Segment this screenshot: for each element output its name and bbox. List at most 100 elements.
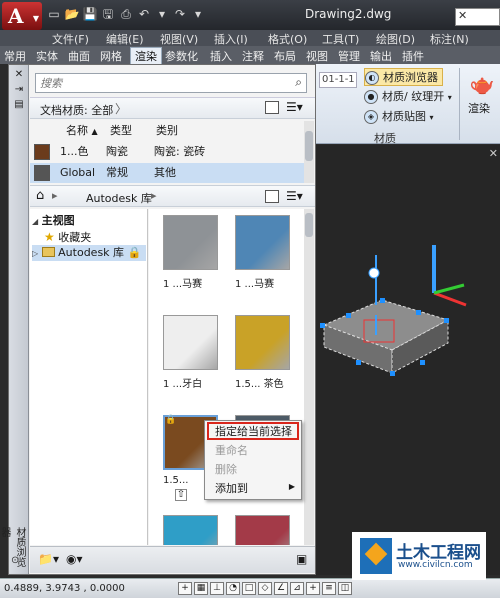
watermark-icon bbox=[360, 538, 392, 574]
tab-annotate[interactable]: 注释 bbox=[242, 48, 264, 64]
material-tile[interactable] bbox=[235, 315, 290, 370]
snap-icon[interactable]: + bbox=[178, 582, 192, 595]
menu-view[interactable]: 视图(V) bbox=[160, 31, 198, 47]
osnap-icon[interactable]: □ bbox=[242, 582, 256, 595]
list-view-icon[interactable]: ☰▾ bbox=[286, 189, 303, 203]
chevron-right-icon[interactable]: ▸ bbox=[151, 189, 157, 202]
menu-format[interactable]: 格式(O) bbox=[268, 31, 307, 47]
column-header-type[interactable]: 类型 bbox=[110, 121, 132, 141]
dyn-icon[interactable]: + bbox=[306, 582, 320, 595]
ducs-icon[interactable]: ⊿ bbox=[290, 582, 304, 595]
tab-output[interactable]: 输出 bbox=[370, 48, 392, 64]
chevron-right-icon[interactable]: 〉 bbox=[115, 100, 127, 117]
toggle-panel-icon[interactable] bbox=[265, 101, 279, 114]
menu-edit[interactable]: 编辑(E) bbox=[106, 31, 144, 47]
ortho-icon[interactable]: ⊥ bbox=[210, 582, 224, 595]
tab-render[interactable]: 渲染 bbox=[130, 47, 162, 64]
3d-osnap-icon[interactable]: ◇ bbox=[258, 582, 272, 595]
menu-insert[interactable]: 插入(I) bbox=[214, 31, 248, 47]
search-close-icon[interactable]: ✕ bbox=[458, 9, 467, 22]
menu-item-rename[interactable]: 重命名 bbox=[215, 442, 248, 460]
scrollbar-thumb[interactable] bbox=[305, 131, 313, 161]
tree-item-home[interactable]: ◢ 主视图 bbox=[32, 213, 75, 229]
grid-scrollbar[interactable] bbox=[304, 209, 314, 545]
pin-icon[interactable]: ⊙ bbox=[11, 555, 19, 566]
menu-file[interactable]: 文件(F) bbox=[52, 31, 89, 47]
tree-item-autodesk-library[interactable]: ▷ Autodesk 库 🔒 bbox=[32, 245, 146, 261]
home-icon[interactable]: ⌂ bbox=[36, 188, 44, 203]
properties-icon[interactable]: ▤ bbox=[9, 99, 29, 110]
table-row[interactable]: 1...色 陶瓷 陶瓷: 瓷砖 bbox=[30, 142, 304, 162]
chevron-down-icon[interactable]: ▾ bbox=[154, 6, 170, 22]
menu-item-assign-to-selection[interactable]: 指定给当前选择 bbox=[215, 423, 292, 441]
render-label[interactable]: 渲染 bbox=[468, 100, 490, 116]
open-folder-icon[interactable]: 📂 bbox=[64, 6, 80, 22]
menu-tools[interactable]: 工具(T) bbox=[322, 31, 359, 47]
menu-item-add-to[interactable]: 添加到 bbox=[215, 480, 248, 498]
date-field[interactable]: 01-1-1 bbox=[319, 72, 357, 88]
menu-item-delete[interactable]: 删除 bbox=[215, 461, 237, 479]
material-editor-icon[interactable]: ▣ bbox=[296, 552, 307, 566]
transparency-icon[interactable]: ◫ bbox=[338, 582, 352, 595]
material-tile[interactable] bbox=[163, 215, 218, 270]
undo-icon[interactable]: ↶ bbox=[136, 6, 152, 22]
material-tile[interactable] bbox=[163, 515, 218, 545]
column-header-name[interactable]: 名称 ▲ bbox=[66, 121, 98, 141]
document-materials-filter[interactable]: 文档材质: 全部 bbox=[40, 102, 113, 118]
autohide-icon[interactable]: ⇥ bbox=[9, 84, 29, 95]
otrack-icon[interactable]: ∠ bbox=[274, 582, 288, 595]
tab-manage[interactable]: 管理 bbox=[338, 48, 360, 64]
tab-parametric[interactable]: 参数化 bbox=[165, 48, 198, 64]
tab-mesh[interactable]: 网格 bbox=[100, 48, 122, 64]
create-material-icon[interactable]: ◉▾ bbox=[66, 552, 83, 566]
library-menu-icon[interactable]: 📁▾ bbox=[38, 552, 59, 566]
print-icon[interactable]: ⎙ bbox=[118, 6, 134, 22]
chevron-down-icon: ▾ bbox=[447, 93, 452, 102]
tab-view[interactable]: 视图 bbox=[306, 48, 328, 64]
tab-surface[interactable]: 曲面 bbox=[68, 48, 90, 64]
watermark-url: www.civilcn.com bbox=[398, 560, 473, 570]
ribbon-separator bbox=[459, 68, 460, 140]
grid-icon[interactable]: ▦ bbox=[194, 582, 208, 595]
scrollbar-thumb[interactable] bbox=[305, 213, 313, 237]
material-swatch bbox=[34, 144, 50, 160]
tab-layout[interactable]: 布局 bbox=[274, 48, 296, 64]
chevron-right-icon[interactable]: ▸ bbox=[52, 189, 58, 202]
menu-draw[interactable]: 绘图(D) bbox=[376, 31, 415, 47]
save-as-icon[interactable]: 🖫 bbox=[100, 6, 116, 22]
polar-icon[interactable]: ◔ bbox=[226, 582, 240, 595]
list-view-icon[interactable]: ☰▾ bbox=[286, 100, 303, 114]
new-file-icon[interactable]: ▭ bbox=[46, 6, 62, 22]
search-icon[interactable]: ⌕ bbox=[295, 75, 302, 90]
tab-insert[interactable]: 插入 bbox=[210, 48, 232, 64]
title-search-box[interactable]: ✕ bbox=[455, 8, 500, 26]
tab-plugins[interactable]: 插件 bbox=[402, 48, 424, 64]
tree-item-favorites[interactable]: ★ 收藏夹 bbox=[44, 229, 91, 245]
material-texture-button[interactable]: ● 材质/ 纹理开 ▾ bbox=[364, 88, 452, 106]
toggle-panel-icon[interactable] bbox=[265, 190, 279, 203]
material-tile[interactable] bbox=[235, 515, 290, 545]
menu-dimension[interactable]: 标注(N) bbox=[430, 31, 469, 47]
lineweight-icon[interactable]: ≡ bbox=[322, 582, 336, 595]
material-browser-button[interactable]: ◐ 材质浏览器 bbox=[364, 68, 443, 86]
close-icon[interactable]: ✕ bbox=[9, 69, 29, 80]
save-icon[interactable]: 💾 bbox=[82, 6, 98, 22]
search-input[interactable] bbox=[40, 76, 280, 90]
chevron-down-icon[interactable]: ▾ bbox=[190, 6, 206, 22]
tab-home[interactable]: 常用 bbox=[4, 48, 26, 64]
material-tile[interactable] bbox=[235, 215, 290, 270]
tab-solid[interactable]: 实体 bbox=[36, 48, 58, 64]
teapot-render-icon[interactable]: 🫖 bbox=[469, 72, 495, 98]
redo-icon[interactable]: ↷ bbox=[172, 6, 188, 22]
library-breadcrumb[interactable]: Autodesk 库 bbox=[86, 190, 152, 206]
palette-title-strip[interactable]: ✕ ⇥ ▤ 材质浏览器 ⊙ bbox=[0, 65, 29, 574]
table-scrollbar[interactable] bbox=[304, 121, 314, 183]
application-menu-button[interactable]: A ▼ bbox=[2, 2, 42, 30]
column-header-category[interactable]: 类别 bbox=[156, 121, 178, 141]
drawing-viewport[interactable]: ✕ bbox=[316, 145, 500, 575]
material-search[interactable]: ⌕ bbox=[35, 73, 307, 93]
upload-icon[interactable]: ⇧ bbox=[175, 489, 187, 501]
table-row[interactable]: Global 常规 其他 bbox=[30, 163, 304, 183]
material-tile[interactable] bbox=[163, 315, 218, 370]
material-mapping-button[interactable]: ◈ 材质贴图 ▾ bbox=[364, 108, 434, 126]
